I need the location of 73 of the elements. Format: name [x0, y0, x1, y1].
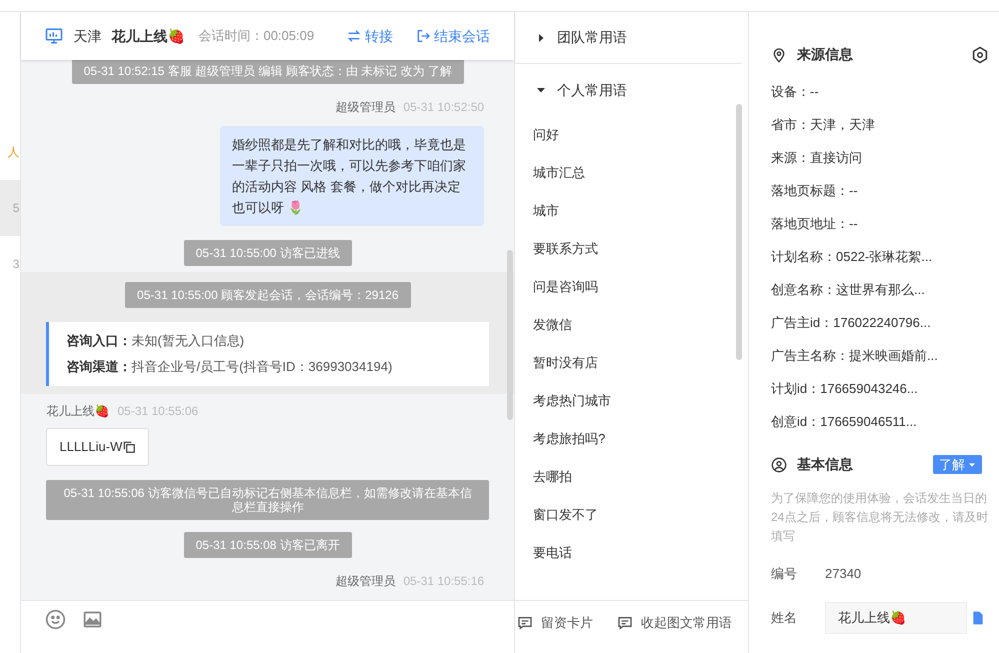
- field-value: 27340: [825, 565, 862, 584]
- location-pin-icon: [771, 46, 787, 62]
- info-row-text: 创意id：176659046511...: [771, 412, 918, 431]
- phrase-item[interactable]: 城市: [515, 192, 748, 230]
- info-row-text: 省市：天津，天津: [771, 116, 876, 134]
- field-value: 未知(暂无入口信息): [131, 332, 244, 350]
- system-notice: 05-31 10:52:15 客服 超级管理员 编辑 顾客状态：由 未标记 改为 了解: [72, 60, 464, 84]
- phrase-item[interactable]: 暂时没有店: [515, 344, 748, 382]
- field-value: 抖音企业号/员工号(抖音号ID：36993034194): [131, 358, 392, 376]
- caret-down-icon: [968, 460, 976, 468]
- phrase-item[interactable]: 问好: [515, 116, 748, 154]
- info-row-text: 广告主id：176022240796...: [771, 314, 932, 332]
- phrase-item[interactable]: 考虑热门城市: [515, 382, 748, 420]
- monitor-icon: [45, 27, 64, 45]
- phrase-item[interactable]: 要联系方式: [515, 230, 748, 268]
- visitor-name: 花儿上线🍓: [111, 26, 184, 46]
- user-circle-icon: [771, 456, 787, 472]
- phrase-item[interactable]: 考虑旅拍吗?: [515, 420, 748, 458]
- section-title: 来源信息: [797, 45, 854, 64]
- system-notice: 05-31 10:55:00 访客已进线: [184, 240, 352, 266]
- info-row-text: 计划名称：0522-张琳花絮...: [771, 248, 934, 266]
- end-session-button[interactable]: 结束会话: [415, 26, 490, 46]
- section-title: 基本信息: [797, 455, 854, 474]
- copy-icon: [971, 610, 985, 626]
- info-row-text: 落地页地址：--: [771, 214, 859, 233]
- field-label: 姓名: [771, 609, 798, 628]
- copy-icon: [122, 440, 136, 454]
- info-row-text: 创意名称：这世界有那么...: [771, 280, 926, 299]
- phrase-item[interactable]: 去哪拍: [515, 458, 748, 496]
- smiley-button[interactable]: [45, 609, 66, 630]
- info-row-text: 落地页标题：--: [771, 182, 859, 200]
- system-notice: 05-31 10:55:08 访客已离开: [184, 532, 352, 558]
- scrollbar[interactable]: [736, 104, 742, 360]
- session-duration: 会话时间：00:05:09: [198, 27, 314, 46]
- message-icon: [617, 614, 634, 631]
- image-icon: [82, 609, 104, 630]
- field-label: 咨询渠道：: [66, 358, 132, 376]
- message-time: 05-31 10:55:16: [403, 572, 484, 590]
- smiley-icon: [45, 609, 66, 630]
- quick-action-button[interactable]: 留资卡片: [517, 613, 594, 632]
- phrase-item[interactable]: 要电话: [515, 534, 748, 572]
- system-notice: 05-31 10:55:00 顾客发起会话，会话编号：29126: [125, 282, 410, 308]
- phrase-group-toggle[interactable]: 团队常用语: [515, 12, 742, 64]
- wechat-id: LLLLLiu-W: [59, 438, 122, 456]
- quick-action-button[interactable]: 收起图文常用语: [617, 613, 732, 632]
- phrase-item[interactable]: 发微信: [515, 306, 748, 344]
- phrase-item[interactable]: 问是咨询吗: [515, 268, 748, 306]
- name-field[interactable]: 花儿上线🍓: [825, 602, 967, 634]
- scrollbar[interactable]: [507, 250, 514, 420]
- exit-icon: [415, 28, 432, 44]
- phrase-item[interactable]: 城市汇总: [515, 154, 748, 192]
- info-row-text: 来源：直接访问: [771, 148, 863, 167]
- field-label: 编号: [771, 565, 798, 584]
- message-time: 05-31 10:55:06: [117, 403, 198, 420]
- system-notice: 05-31 10:55:06 访客微信号已自动标记右侧基本信息栏，如需修改请在基本信息栏直接操作: [46, 480, 490, 520]
- info-row-text: 广告主名称：提米映画婚前...: [771, 346, 939, 365]
- message-time: 05-31 10:52:50: [403, 99, 484, 116]
- notice-text: 为了保障您的使用体验，会话发生当日的24点之后，顾客信息将无法修改，请及时填写: [771, 490, 989, 545]
- phrase-item[interactable]: 窗口发不了: [515, 496, 748, 534]
- message-icon: [517, 614, 534, 631]
- image-button[interactable]: [82, 609, 104, 630]
- field-label: 咨询入口：: [66, 332, 132, 350]
- message-bubble: 婚纱照都是先了解和对比的哦，毕竟也是一辈子只拍一次哦，可以先参考下咱们家的活动内容 风格 套餐，做个对比再决定也可以呀 🌷: [220, 126, 484, 226]
- sender-name: 超级管理员: [335, 572, 396, 590]
- phrase-group-toggle[interactable]: 个人常用语: [515, 64, 748, 116]
- info-row-text: 设备：--: [771, 82, 820, 101]
- info-row-text: 计划id：176659043246...: [771, 380, 919, 398]
- settings-icon: [971, 46, 989, 64]
- sender-name: 花儿上线🍓: [46, 403, 110, 420]
- transfer-button[interactable]: 转接: [346, 26, 394, 46]
- city-label: 天津: [73, 26, 102, 46]
- swap-arrows-icon: [346, 28, 362, 44]
- sender-name: 超级管理员: [335, 99, 396, 116]
